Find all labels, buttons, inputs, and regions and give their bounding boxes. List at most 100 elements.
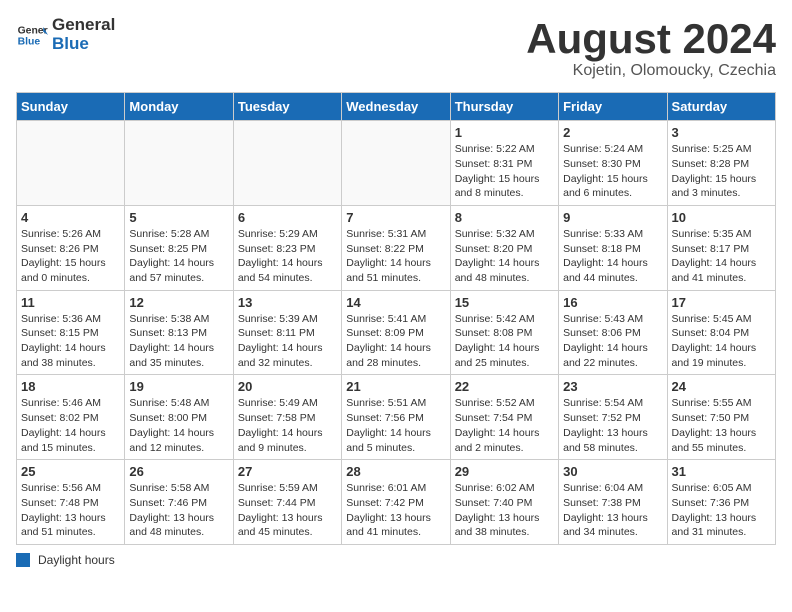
day-number: 21 [346,379,445,394]
calendar-header-row: SundayMondayTuesdayWednesdayThursdayFrid… [17,93,776,121]
calendar-cell: 15 Sunrise: 5:42 AM Sunset: 8:08 PM Dayli… [450,290,558,375]
day-number: 5 [129,210,228,225]
day-info: Sunrise: 5:46 AM Sunset: 8:02 PM Dayligh… [21,396,120,455]
calendar-cell: 21Sunrise: 5:51 AM Sunset: 7:56 PM Dayli… [342,375,450,460]
calendar-cell: 28 Sunrise: 6:01 AM Sunset: 7:42 PM Dayli… [342,460,450,545]
day-number: 29 [455,464,554,479]
day-number: 27 [238,464,337,479]
calendar-cell: 5 Sunrise: 5:28 AM Sunset: 8:25 PM Daylig… [125,205,233,290]
day-info: Sunrise: 5:59 AM Sunset: 7:44 PM Dayligh… [238,481,337,540]
calendar-cell: 4 Sunrise: 5:26 AM Sunset: 8:26 PM Daylig… [17,205,125,290]
page-header: General Blue General Blue August 2024 Ko… [16,16,776,80]
calendar-cell: 30 Sunrise: 6:04 AM Sunset: 7:38 PM Dayli… [559,460,667,545]
calendar-cell: 29 Sunrise: 6:02 AM Sunset: 7:40 PM Dayli… [450,460,558,545]
calendar-cell: 18Sunrise: 5:46 AM Sunset: 8:02 PM Dayli… [17,375,125,460]
day-info: Sunrise: 6:04 AM Sunset: 7:38 PM Dayligh… [563,481,662,540]
day-info: Sunrise: 5:24 AM Sunset: 8:30 PM Dayligh… [563,142,662,201]
calendar-week-row: 11 Sunrise: 5:36 AM Sunset: 8:15 PM Dayli… [17,290,776,375]
legend-label: Daylight hours [38,553,115,567]
day-info: Sunrise: 5:39 AM Sunset: 8:11 PM Dayligh… [238,312,337,371]
day-number: 11 [21,295,120,310]
calendar-week-row: 18Sunrise: 5:46 AM Sunset: 8:02 PM Dayli… [17,375,776,460]
calendar-cell: 20Sunrise: 5:49 AM Sunset: 7:58 PM Dayli… [233,375,341,460]
day-number: 20 [238,379,337,394]
day-info: Sunrise: 5:35 AM Sunset: 8:17 PM Dayligh… [672,227,771,286]
day-number: 28 [346,464,445,479]
title-area: August 2024 Kojetin, Olomoucky, Czechia [526,16,776,80]
day-number: 1 [455,125,554,140]
day-info: Sunrise: 5:31 AM Sunset: 8:22 PM Dayligh… [346,227,445,286]
calendar-cell: 13 Sunrise: 5:39 AM Sunset: 8:11 PM Dayli… [233,290,341,375]
svg-text:Blue: Blue [18,36,41,47]
day-info: Sunrise: 6:05 AM Sunset: 7:36 PM Dayligh… [672,481,771,540]
day-info: Sunrise: 5:28 AM Sunset: 8:25 PM Dayligh… [129,227,228,286]
calendar-cell: 6 Sunrise: 5:29 AM Sunset: 8:23 PM Daylig… [233,205,341,290]
month-year-title: August 2024 [526,16,776,62]
col-header-sunday: Sunday [17,93,125,121]
calendar-cell: 2 Sunrise: 5:24 AM Sunset: 8:30 PM Daylig… [559,121,667,206]
calendar-week-row: 25 Sunrise: 5:56 AM Sunset: 7:48 PM Dayli… [17,460,776,545]
day-number: 25 [21,464,120,479]
day-number: 2 [563,125,662,140]
day-info: Sunrise: 5:26 AM Sunset: 8:26 PM Dayligh… [21,227,120,286]
day-info: Sunrise: 5:41 AM Sunset: 8:09 PM Dayligh… [346,312,445,371]
legend-area: Daylight hours [16,553,776,567]
day-info: Sunrise: 5:48 AM Sunset: 8:00 PM Dayligh… [129,396,228,455]
logo-blue-text: Blue [52,35,115,54]
calendar-cell: 25 Sunrise: 5:56 AM Sunset: 7:48 PM Dayli… [17,460,125,545]
col-header-saturday: Saturday [667,93,775,121]
calendar-cell [125,121,233,206]
day-info: Sunrise: 5:36 AM Sunset: 8:15 PM Dayligh… [21,312,120,371]
day-number: 13 [238,295,337,310]
calendar-cell: 14 Sunrise: 5:41 AM Sunset: 8:09 PM Dayli… [342,290,450,375]
day-info: Sunrise: 5:45 AM Sunset: 8:04 PM Dayligh… [672,312,771,371]
day-info: Sunrise: 5:54 AM Sunset: 7:52 PM Dayligh… [563,396,662,455]
day-info: Sunrise: 5:58 AM Sunset: 7:46 PM Dayligh… [129,481,228,540]
calendar-cell [233,121,341,206]
col-header-monday: Monday [125,93,233,121]
day-number: 24 [672,379,771,394]
logo-general-text: General [52,16,115,35]
day-info: Sunrise: 5:52 AM Sunset: 7:54 PM Dayligh… [455,396,554,455]
calendar-cell [17,121,125,206]
day-info: Sunrise: 6:02 AM Sunset: 7:40 PM Dayligh… [455,481,554,540]
day-number: 15 [455,295,554,310]
calendar-cell: 9 Sunrise: 5:33 AM Sunset: 8:18 PM Daylig… [559,205,667,290]
day-number: 14 [346,295,445,310]
day-number: 9 [563,210,662,225]
day-info: Sunrise: 5:43 AM Sunset: 8:06 PM Dayligh… [563,312,662,371]
day-number: 22 [455,379,554,394]
day-number: 6 [238,210,337,225]
day-info: Sunrise: 5:55 AM Sunset: 7:50 PM Dayligh… [672,396,771,455]
calendar-cell: 23Sunrise: 5:54 AM Sunset: 7:52 PM Dayli… [559,375,667,460]
calendar-cell: 12 Sunrise: 5:38 AM Sunset: 8:13 PM Dayli… [125,290,233,375]
calendar-cell: 17 Sunrise: 5:45 AM Sunset: 8:04 PM Dayli… [667,290,775,375]
day-number: 31 [672,464,771,479]
calendar-cell [342,121,450,206]
day-number: 30 [563,464,662,479]
day-number: 4 [21,210,120,225]
logo: General Blue General Blue [16,16,115,53]
calendar-cell: 31 Sunrise: 6:05 AM Sunset: 7:36 PM Dayli… [667,460,775,545]
logo-icon: General Blue [16,19,48,51]
calendar-cell: 19 Sunrise: 5:48 AM Sunset: 8:00 PM Dayli… [125,375,233,460]
day-info: Sunrise: 6:01 AM Sunset: 7:42 PM Dayligh… [346,481,445,540]
day-number: 7 [346,210,445,225]
location-subtitle: Kojetin, Olomoucky, Czechia [526,62,776,80]
day-info: Sunrise: 5:33 AM Sunset: 8:18 PM Dayligh… [563,227,662,286]
col-header-wednesday: Wednesday [342,93,450,121]
col-header-thursday: Thursday [450,93,558,121]
day-number: 16 [563,295,662,310]
calendar-cell: 10 Sunrise: 5:35 AM Sunset: 8:17 PM Dayli… [667,205,775,290]
day-info: Sunrise: 5:56 AM Sunset: 7:48 PM Dayligh… [21,481,120,540]
calendar-table: SundayMondayTuesdayWednesdayThursdayFrid… [16,92,776,545]
day-number: 19 [129,379,228,394]
day-number: 12 [129,295,228,310]
day-info: Sunrise: 5:29 AM Sunset: 8:23 PM Dayligh… [238,227,337,286]
day-info: Sunrise: 5:42 AM Sunset: 8:08 PM Dayligh… [455,312,554,371]
day-number: 17 [672,295,771,310]
day-number: 26 [129,464,228,479]
day-info: Sunrise: 5:38 AM Sunset: 8:13 PM Dayligh… [129,312,228,371]
calendar-cell: 1Sunrise: 5:22 AM Sunset: 8:31 PM Daylig… [450,121,558,206]
day-number: 10 [672,210,771,225]
